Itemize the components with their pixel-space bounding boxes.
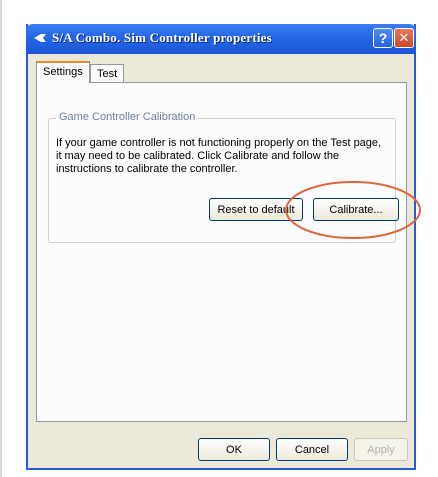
calibration-description: If your game controller is not functioni…	[56, 137, 382, 175]
window-title: S/A Combo. Sim Controller properties	[52, 30, 272, 45]
tab-settings[interactable]: Settings	[36, 61, 90, 83]
ok-button[interactable]: OK	[198, 438, 270, 461]
settings-tab-panel: Game Controller Calibration If your game…	[36, 82, 421, 422]
cancel-button[interactable]: Cancel	[276, 438, 348, 461]
title-bar[interactable]: S/A Combo. Sim Controller properties ? ✕	[26, 24, 416, 54]
calibrate-highlight-circle	[285, 181, 421, 239]
controller-icon	[34, 34, 46, 42]
calibration-group-title: Game Controller Calibration	[56, 111, 199, 123]
apply-button[interactable]: Apply	[354, 438, 408, 461]
page-edge-line	[0, 0, 2, 477]
help-button[interactable]: ?	[373, 28, 393, 48]
close-button[interactable]: ✕	[394, 28, 414, 48]
tab-test[interactable]: Test	[90, 64, 125, 83]
properties-dialog: S/A Combo. Sim Controller properties ? ✕…	[26, 24, 421, 470]
